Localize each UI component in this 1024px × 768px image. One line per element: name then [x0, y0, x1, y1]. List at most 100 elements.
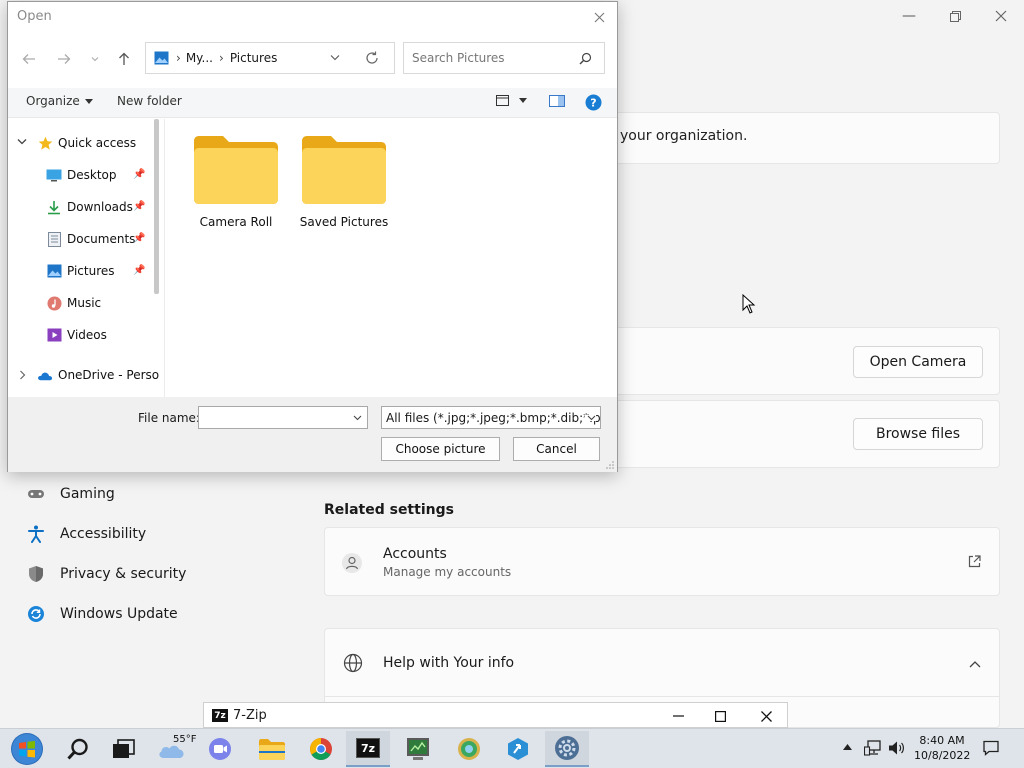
preview-pane-button[interactable] [549, 95, 565, 107]
volume-icon[interactable] [888, 740, 906, 756]
pictures-icon [154, 51, 169, 65]
nav-item-windows-update[interactable]: Windows Update [26, 602, 178, 626]
search-button[interactable] [56, 731, 100, 767]
chevron-down-icon[interactable] [17, 138, 27, 145]
task-view-button[interactable] [102, 731, 146, 767]
close-button[interactable] [978, 4, 1024, 28]
resize-grip-icon[interactable] [606, 461, 614, 469]
network-icon[interactable] [864, 740, 882, 756]
gamepad-icon [26, 488, 46, 500]
star-icon [37, 135, 53, 151]
clock[interactable]: 8:40 AM 10/8/2022 [914, 733, 970, 763]
chevron-down-icon [91, 57, 99, 62]
chevron-down-icon[interactable] [353, 415, 362, 421]
minimize-button[interactable]: — [886, 4, 932, 28]
accounts-title: Accounts [383, 546, 447, 562]
organize-label: Organize [26, 94, 80, 108]
maximize-button[interactable] [709, 709, 731, 723]
file-type-value: All files (*.jpg;*.jpeg;*.bmp;*.dib;*.pn… [386, 410, 601, 425]
weather-widget[interactable]: 55°F [150, 731, 196, 767]
open-dialog: Open › My... › Pictures Search Pictures … [7, 1, 618, 472]
caret-down-icon [84, 98, 93, 104]
tree-scrollbar[interactable] [154, 119, 159, 294]
folder-item[interactable]: Saved Pictures [292, 135, 396, 229]
tree-item-pictures[interactable]: Pictures [46, 260, 115, 282]
forward-button[interactable] [53, 48, 75, 70]
seven-zip-window: 7z 7-Zip [203, 702, 788, 728]
restore-button[interactable] [932, 4, 978, 28]
app-button[interactable] [396, 731, 440, 767]
pin-icon: 📌 [133, 233, 146, 244]
search-input[interactable]: Search Pictures [412, 51, 505, 65]
search-icon [67, 738, 88, 760]
restore-icon [949, 10, 961, 22]
pin-icon: 📌 [133, 201, 146, 212]
arrow-right-icon [58, 54, 71, 64]
dialog-close-button[interactable] [587, 6, 611, 28]
tree-item-music[interactable]: Music [46, 292, 101, 314]
breadcrumb-item[interactable]: My... [186, 51, 213, 65]
breadcrumb-separator: › [219, 51, 224, 65]
address-dropdown[interactable] [330, 54, 340, 61]
file-explorer-button[interactable] [250, 731, 294, 767]
file-name-input[interactable] [198, 406, 368, 429]
globe-app-icon [458, 738, 480, 760]
start-button[interactable] [4, 731, 50, 767]
tree-item-videos[interactable]: Videos [46, 324, 107, 346]
navigation-bar: › My... › Pictures Search Pictures [8, 38, 617, 82]
organize-button[interactable]: Organize [26, 94, 93, 108]
teams-chat-button[interactable] [198, 731, 242, 767]
nav-item-privacy[interactable]: Privacy & security [26, 562, 186, 586]
nav-item-accessibility[interactable]: Accessibility [26, 522, 146, 546]
tree-item-documents[interactable]: Documents [46, 228, 135, 250]
preview-pane-icon [549, 95, 565, 107]
search-box[interactable]: Search Pictures [403, 42, 605, 74]
notification-icon[interactable] [983, 740, 999, 756]
tree-item-label: Quick access [58, 136, 137, 150]
close-icon [760, 710, 772, 722]
svg-text:?: ? [590, 97, 596, 110]
chevron-down-icon [585, 415, 596, 421]
choose-picture-button[interactable]: Choose picture [381, 437, 500, 461]
recent-locations-button[interactable] [84, 48, 106, 70]
document-icon [46, 231, 62, 247]
file-type-select[interactable]: All files (*.jpg;*.jpeg;*.bmp;*.dib;*.pn… [381, 406, 601, 429]
browse-files-button[interactable]: Browse files [853, 418, 983, 450]
tray-chevron-up-icon[interactable] [843, 744, 852, 750]
back-button[interactable] [18, 48, 40, 70]
tree-item-desktop[interactable]: Desktop [46, 164, 117, 186]
app-button[interactable] [496, 731, 540, 767]
help-button[interactable]: ? [585, 94, 602, 111]
chevron-right-icon[interactable] [19, 370, 26, 380]
settings-taskbar-button[interactable] [545, 731, 589, 767]
accounts-subtitle: Manage my accounts [383, 565, 512, 579]
folder-item[interactable]: Camera Roll [184, 135, 288, 229]
new-folder-button[interactable]: New folder [117, 94, 182, 108]
breadcrumb-item[interactable]: Pictures [230, 51, 278, 65]
tree-item-label: OneDrive - Perso [58, 368, 160, 382]
tree-item-label: Documents [67, 232, 136, 246]
app-button[interactable] [447, 731, 491, 767]
nav-item-gaming[interactable]: Gaming [26, 482, 115, 506]
view-options-button[interactable] [496, 95, 527, 106]
cancel-button[interactable]: Cancel [513, 437, 600, 461]
help-row[interactable]: Help with Your info [325, 629, 999, 697]
tree-item-downloads[interactable]: Downloads [46, 196, 133, 218]
address-bar[interactable]: › My... › Pictures [145, 42, 395, 74]
folder-icon [302, 136, 386, 204]
minimize-button[interactable] [667, 709, 689, 723]
chevron-up-icon [969, 657, 981, 672]
up-button[interactable] [113, 48, 135, 70]
refresh-button[interactable] [365, 51, 379, 65]
accounts-row[interactable]: Accounts Manage my accounts [324, 527, 1000, 596]
chrome-button[interactable] [299, 731, 343, 767]
help-title: Help with Your info [383, 655, 515, 671]
taskbar: 55°F 7z 8:40 AM 10/8/2022 [0, 728, 1024, 768]
close-button[interactable] [755, 709, 777, 723]
tree-item-quick-access[interactable]: Quick access [37, 132, 136, 154]
open-camera-button[interactable]: Open Camera [853, 346, 983, 378]
pin-icon: 📌 [133, 265, 146, 276]
org-text: your organization. [620, 128, 748, 144]
tree-item-onedrive[interactable]: OneDrive - Perso [37, 364, 159, 386]
seven-zip-taskbar-button[interactable]: 7z [346, 731, 390, 767]
